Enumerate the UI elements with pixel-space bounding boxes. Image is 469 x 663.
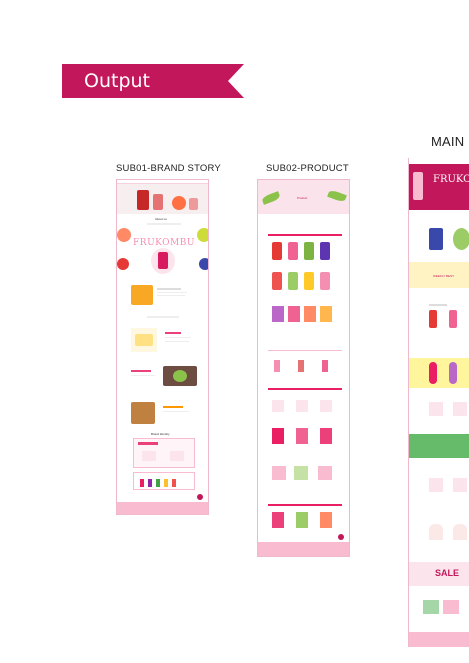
- column-label-main: MAIN: [431, 134, 465, 149]
- main-hero-word: FRUKO: [433, 174, 469, 185]
- sub02-footer: [258, 534, 349, 556]
- sub02-product-page: Product: [257, 179, 350, 557]
- main-weekly-banner: WEEKLY BEST: [409, 262, 469, 288]
- main-sale-banner: SALE: [409, 562, 469, 586]
- sub02-header-word: Product: [297, 196, 308, 200]
- sub01-section-title: Brand Identity: [151, 432, 170, 436]
- main-page: FRUKO WEEKLY BEST SALE: [408, 158, 469, 647]
- ribbon-label: Output: [84, 70, 150, 92]
- main-hero: FRUKO: [409, 164, 469, 210]
- main-sale-word: SALE: [435, 568, 460, 578]
- column-label-sub02: SUB02-PRODUCT: [266, 163, 349, 174]
- sub01-about-title: About us: [155, 217, 167, 221]
- sub01-hero: [117, 184, 208, 214]
- sub02-header: Product: [258, 180, 349, 214]
- column-label-sub01: SUB01-BRAND STORY: [116, 163, 221, 174]
- sub01-brand-word: FRUKOMBU: [133, 238, 195, 248]
- output-ribbon: Output: [62, 64, 244, 98]
- sub01-footer: [117, 494, 208, 514]
- sub01-brand-story-page: About us FRUKOMBU Brand Identity: [116, 179, 209, 515]
- main-footer: [409, 632, 469, 647]
- main-banner-text: WEEKLY BEST: [433, 274, 454, 278]
